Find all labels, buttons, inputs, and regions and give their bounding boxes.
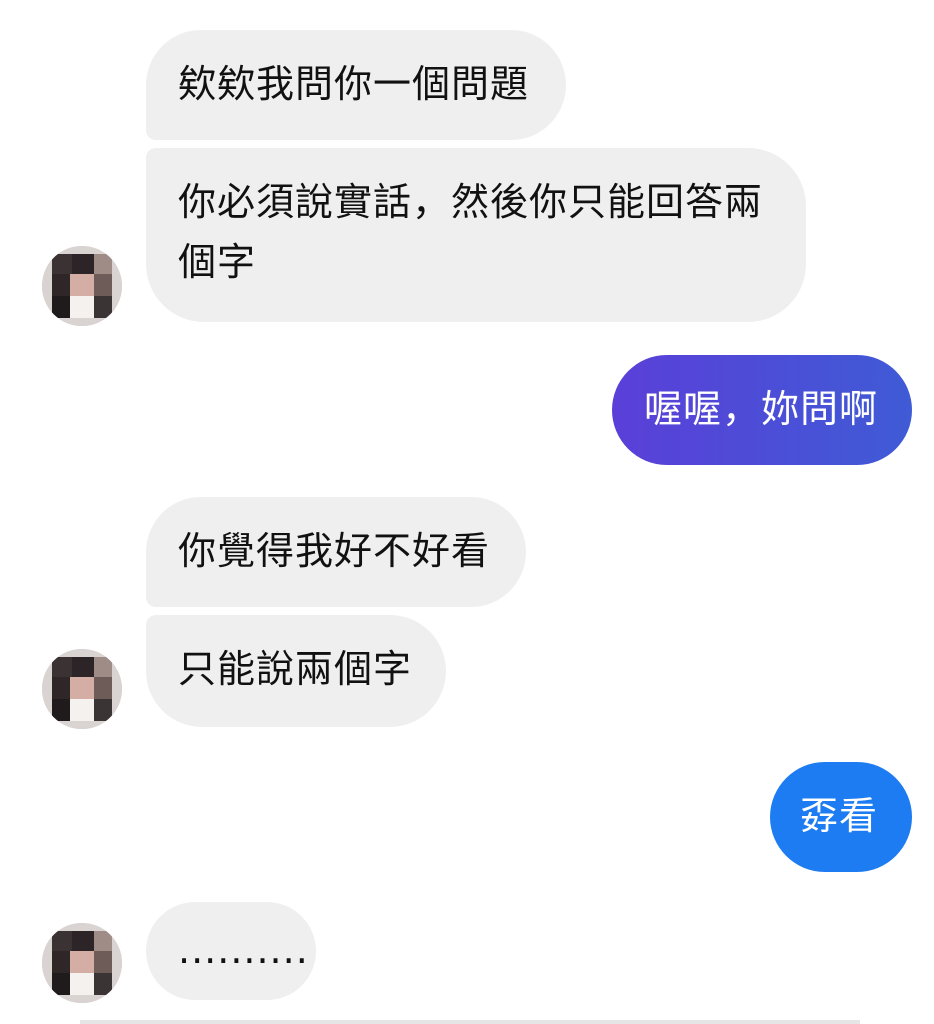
divider xyxy=(80,1020,860,1024)
message-text-line: 個字 xyxy=(178,240,257,284)
message-text: 只能說兩個字 xyxy=(178,647,413,691)
chat-thread: 欸欸我問你一個問題 你必須說實話，然後你只能回答兩 個字 喔喔，妳問啊 你覺得我… xyxy=(0,0,934,1024)
incoming-message-bubble[interactable]: .......... xyxy=(146,902,316,1000)
avatar-icon xyxy=(42,246,122,326)
contact-avatar[interactable] xyxy=(42,923,122,1003)
incoming-message-bubble[interactable]: 欸欸我問你一個問題 xyxy=(146,30,566,140)
incoming-message-bubble[interactable]: 你覺得我好不好看 xyxy=(146,497,526,607)
incoming-message-bubble[interactable]: 只能說兩個字 xyxy=(146,615,446,727)
avatar-icon xyxy=(42,923,122,1003)
message-text: 你覺得我好不好看 xyxy=(178,529,491,573)
message-text-line: 你必須說實話，然後你只能回答兩 xyxy=(178,180,764,224)
message-text: 喔喔，妳問啊 xyxy=(644,387,879,431)
message-text: .......... xyxy=(178,928,309,972)
outgoing-message-bubble[interactable]: 孬看 xyxy=(770,762,912,872)
contact-avatar[interactable] xyxy=(42,246,122,326)
avatar-icon xyxy=(42,649,122,729)
incoming-message-bubble[interactable]: 你必須說實話，然後你只能回答兩 個字 xyxy=(146,148,806,322)
outgoing-message-bubble[interactable]: 喔喔，妳問啊 xyxy=(612,355,912,465)
message-text: 欸欸我問你一個問題 xyxy=(178,62,530,106)
message-text: 孬看 xyxy=(800,794,879,838)
contact-avatar[interactable] xyxy=(42,649,122,729)
